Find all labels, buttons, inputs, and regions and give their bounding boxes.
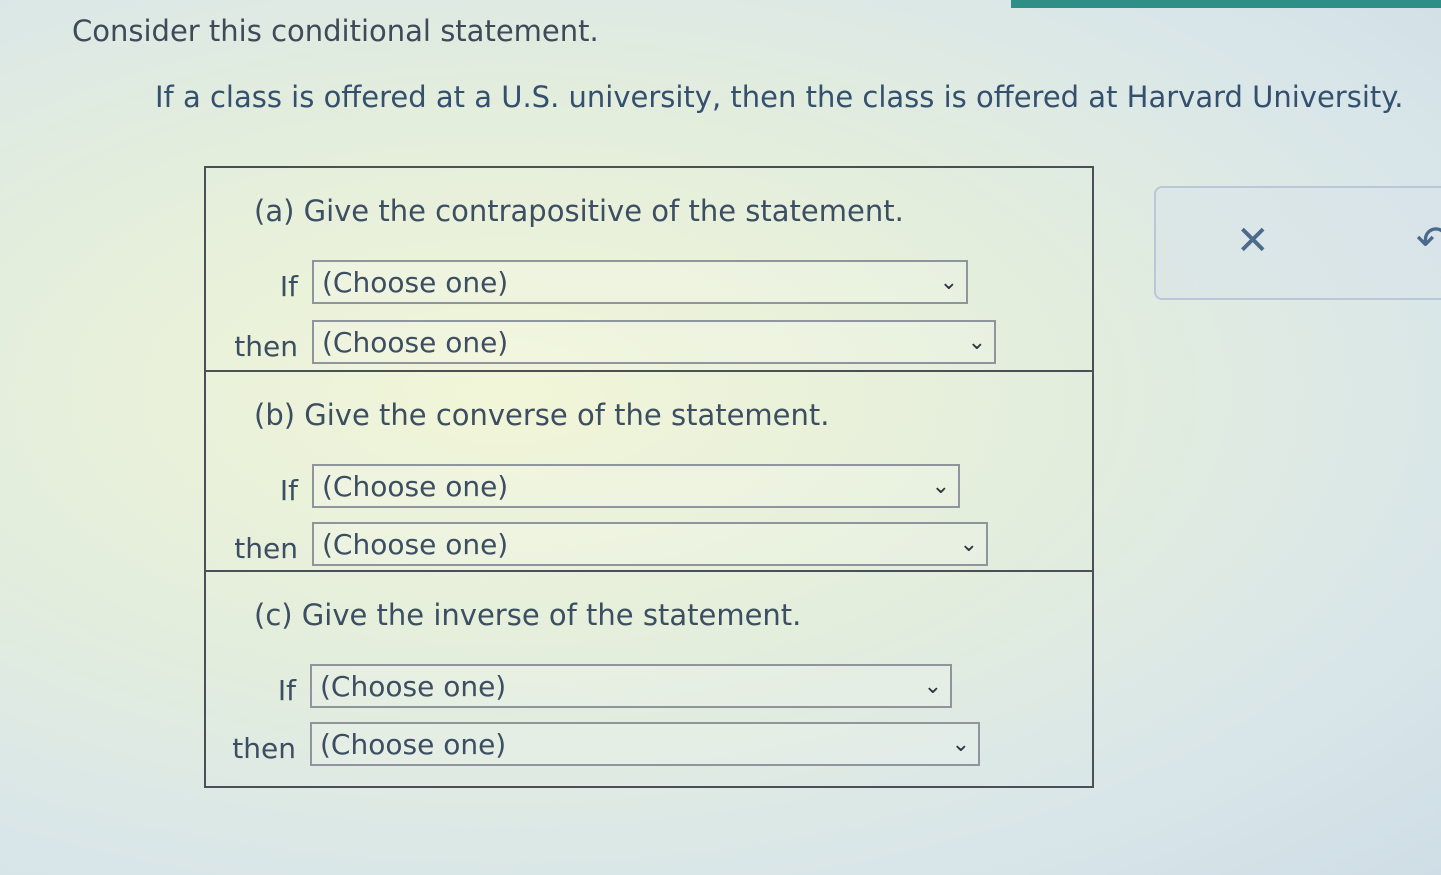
select-value: (Choose one) [320,728,507,761]
part-c-if-select[interactable]: (Choose one) ⌄ [310,664,952,708]
part-b-then-select[interactable]: (Choose one) ⌄ [312,522,988,566]
chevron-down-icon: ⌄ [959,532,978,557]
action-toolbar: ✕ ↶ [1154,186,1441,300]
if-label: If [277,674,296,707]
part-c-section: (c) Give the inverse of the statement. I… [206,570,1092,788]
if-label: If [279,474,298,507]
then-label: then [232,732,296,765]
part-a-then-select[interactable]: (Choose one) ⌄ [312,320,996,364]
select-value: (Choose one) [322,326,509,359]
top-accent-bar [1011,0,1441,8]
close-icon[interactable]: ✕ [1236,218,1270,264]
select-value: (Choose one) [322,266,509,299]
select-value: (Choose one) [322,470,509,503]
select-value: (Choose one) [322,528,509,561]
conditional-statement: If a class is offered at a U.S. universi… [155,80,1404,114]
part-c-then-select[interactable]: (Choose one) ⌄ [310,722,980,766]
part-b-section: (b) Give the converse of the statement. … [206,370,1092,570]
part-a-prompt: (a) Give the contrapositive of the state… [254,194,904,228]
select-value: (Choose one) [320,670,507,703]
if-label: If [279,270,298,303]
undo-icon[interactable]: ↶ [1416,218,1441,264]
part-a-if-select[interactable]: (Choose one) ⌄ [312,260,968,304]
then-label: then [234,532,298,565]
chevron-down-icon: ⌄ [967,330,986,355]
part-a-section: (a) Give the contrapositive of the state… [206,168,1092,370]
part-b-prompt: (b) Give the converse of the statement. [254,398,830,432]
chevron-down-icon: ⌄ [939,270,958,295]
chevron-down-icon: ⌄ [951,732,970,757]
part-c-prompt: (c) Give the inverse of the statement. [254,598,802,632]
intro-text: Consider this conditional statement. [72,14,599,48]
answer-panel: (a) Give the contrapositive of the state… [204,166,1094,788]
then-label: then [234,330,298,363]
chevron-down-icon: ⌄ [931,474,950,499]
part-b-if-select[interactable]: (Choose one) ⌄ [312,464,960,508]
chevron-down-icon: ⌄ [923,674,942,699]
